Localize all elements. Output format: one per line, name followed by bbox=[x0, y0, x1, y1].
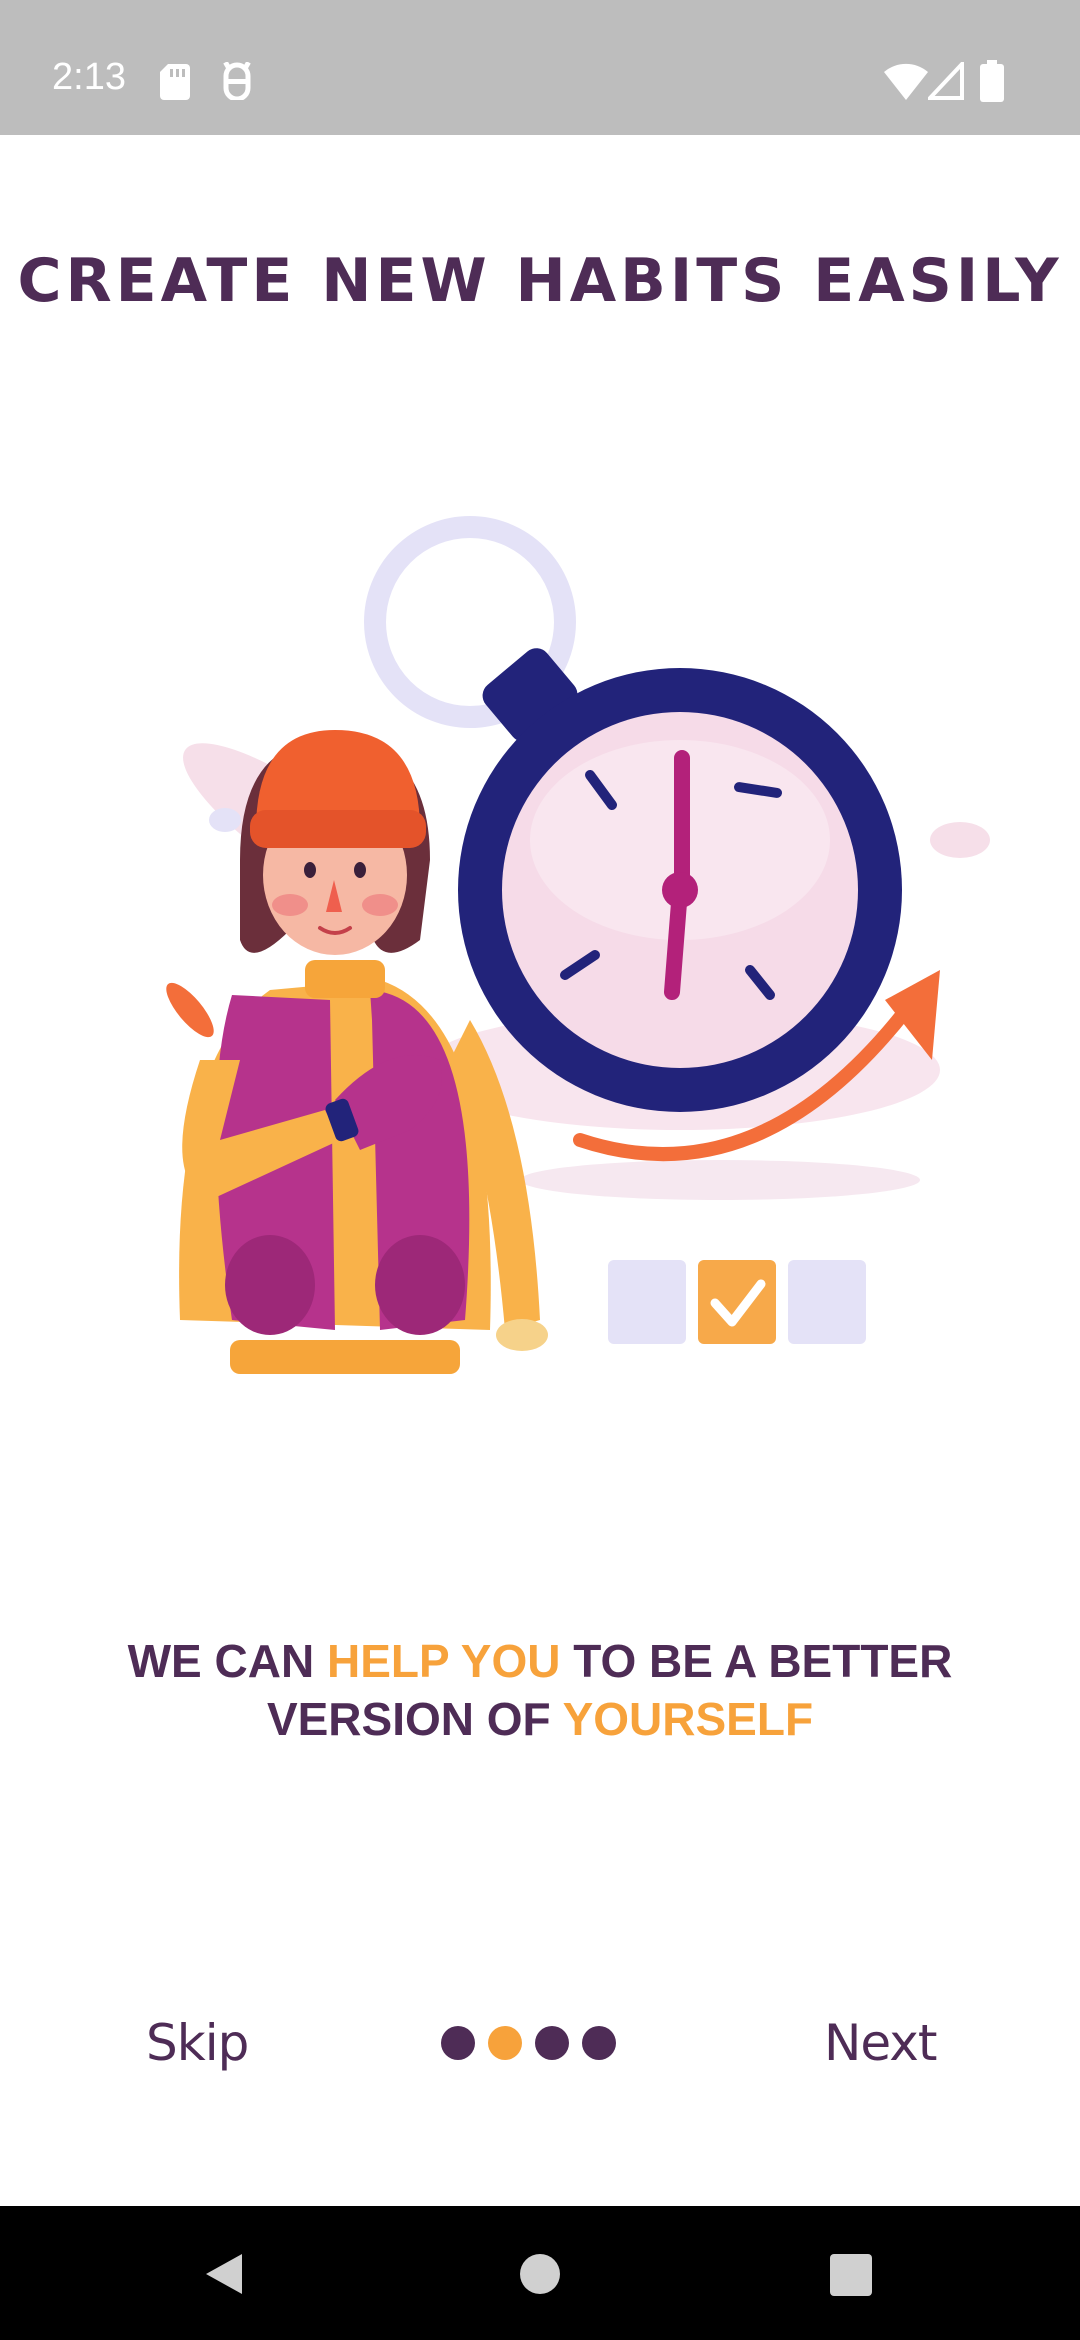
page-indicator-dot bbox=[535, 2026, 569, 2060]
onboarding-tagline: WE CAN HELP YOU TO BE A BETTER VERSION O… bbox=[20, 1632, 1060, 1748]
page-indicator-dot-active bbox=[488, 2026, 522, 2060]
page-indicator-dot bbox=[582, 2026, 616, 2060]
battery-icon bbox=[980, 60, 1004, 107]
status-time: 2:13 bbox=[52, 56, 126, 98]
next-button[interactable]: Next bbox=[824, 2014, 937, 2072]
status-bar: 2:13 bbox=[0, 0, 1080, 135]
debug-icon bbox=[220, 61, 254, 105]
signal-icon bbox=[925, 58, 964, 105]
tagline-highlight-yourself: YOURSELF bbox=[562, 1693, 814, 1745]
habit-stopwatch-illustration bbox=[120, 500, 1000, 1430]
sd-card-icon bbox=[160, 64, 190, 105]
skip-button[interactable]: Skip bbox=[146, 2014, 249, 2072]
tagline-text-1: WE CAN bbox=[127, 1635, 327, 1687]
system-navigation-bar bbox=[0, 2206, 1080, 2340]
wifi-icon bbox=[884, 62, 928, 105]
home-icon[interactable] bbox=[518, 2252, 562, 2301]
back-icon[interactable] bbox=[204, 2252, 244, 2301]
tagline-highlight-help-you: HELP YOU bbox=[326, 1635, 561, 1687]
onboarding-screen: 2:13 CREATE NEW HABITS EASILY WE CAN HEL… bbox=[0, 0, 1080, 2340]
page-indicator bbox=[441, 2026, 616, 2060]
page-indicator-dot bbox=[441, 2026, 475, 2060]
recents-icon[interactable] bbox=[830, 2254, 872, 2301]
onboarding-title: CREATE NEW HABITS EASILY bbox=[17, 246, 1063, 316]
